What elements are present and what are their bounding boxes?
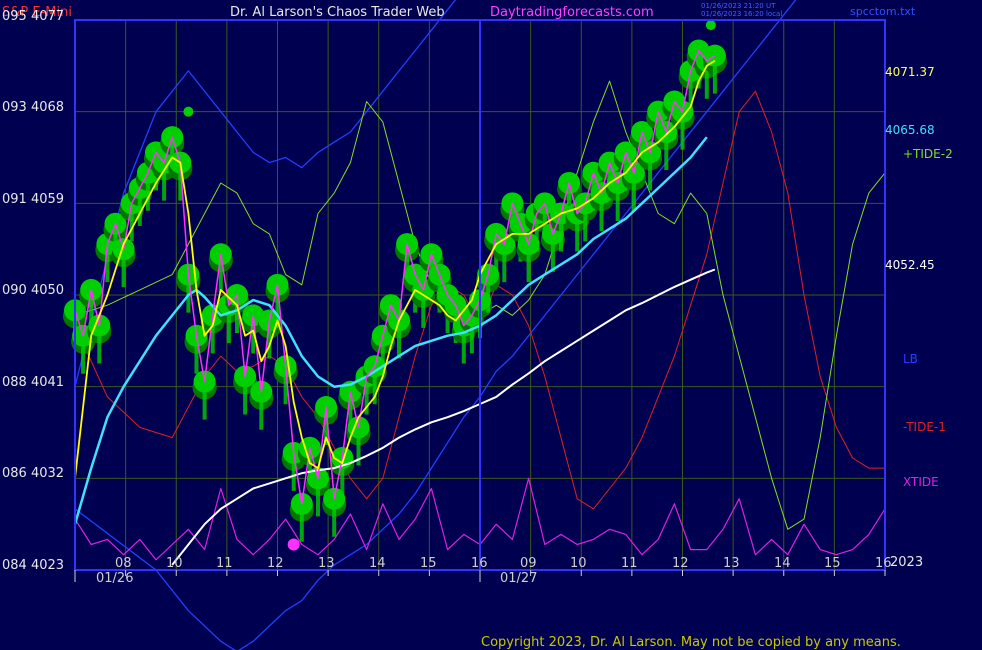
price-label-mid: 4052.45 [885,258,935,272]
y-axis-label-4068: 093 4068 [2,100,65,115]
x-tick-label: 10 [166,556,183,571]
chaos-chart [0,0,982,650]
year-label: 2023 [890,555,924,570]
y-axis-label-4059: 091 4059 [2,192,65,207]
x-tick-label: 16 [875,556,892,571]
x-tick-label: 13 [723,556,740,571]
price-label-ema: 4065.68 [885,123,935,137]
x-tick-label: 12 [672,556,689,571]
data-file-label: spcctom.txt [850,5,916,18]
tide2-label: +TIDE-2 [903,147,953,161]
date-label-0126: 01/26 [96,571,134,586]
marker-high-dot-1 [183,106,194,117]
x-tick-label: 09 [520,556,537,571]
x-tick-label: 12 [267,556,284,571]
price-label-top: 4071.37 [885,65,935,79]
x-tick-label: 13 [318,556,335,571]
y-axis-label-4032: 086 4032 [2,466,65,481]
timestamp-local: 01/26/2023 16:20 local [701,10,783,18]
y-axis-label-4050: 090 4050 [2,283,65,298]
x-tick-label: 10 [570,556,587,571]
lb-label: LB [903,352,918,366]
copyright-notice: Copyright 2023, Dr. Al Larson. May not b… [481,635,901,650]
xtide-label: XTIDE [903,475,939,489]
x-tick-label: 14 [774,556,791,571]
marker-high-dot-2 [705,20,716,31]
y-axis-label-4023: 084 4023 [2,558,65,573]
author-title: Dr. Al Larson's Chaos Trader Web [230,5,445,20]
x-tick-label: 14 [369,556,386,571]
timestamp-ut: 01/26/2023 21:20 UT [701,2,776,10]
x-tick-label: 15 [824,556,841,571]
x-tick-label: 16 [471,556,488,571]
x-tick-label: 11 [621,556,638,571]
x-tick-label: 15 [420,556,437,571]
y-axis-label-4077: 095 4077 [2,9,65,24]
tide1-label: -TIDE-1 [903,420,946,434]
y-axis-label-4041: 088 4041 [2,375,65,390]
x-tick-label: 11 [216,556,233,571]
site-link[interactable]: Daytradingforecasts.com [490,5,654,20]
date-label-0127: 01/27 [500,571,538,586]
marker-low-dot [287,538,300,551]
x-tick-label: 08 [115,556,132,571]
